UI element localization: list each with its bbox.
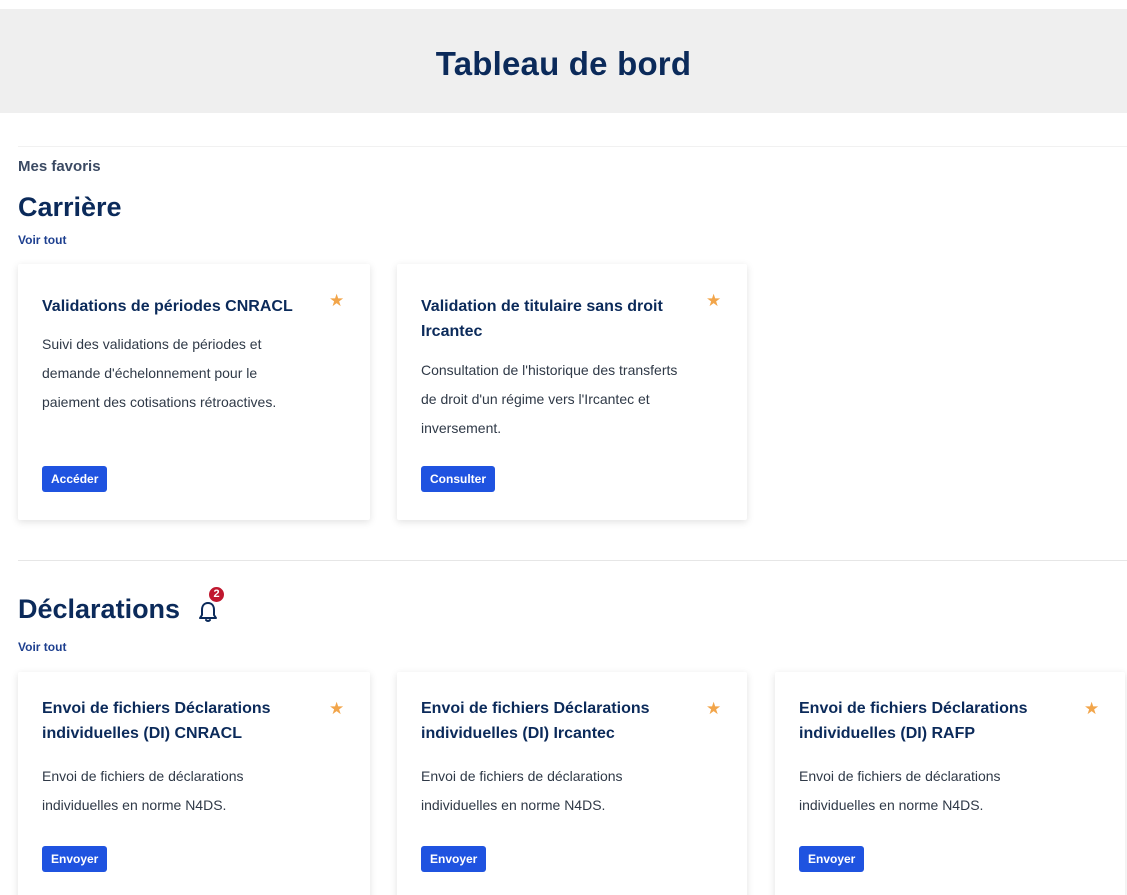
card-description-line: demande d'échelonnement pour le (42, 365, 258, 381)
section-title-declarations: Déclarations 2 (18, 586, 225, 625)
card-title: Envoi de fichiers Déclarations individue… (799, 696, 1028, 746)
section-title-career: Carrière (18, 192, 122, 223)
card-title-line: individuelles (DI) CNRACL (42, 725, 243, 742)
send-button[interactable]: Envoyer (799, 846, 865, 872)
card-description: Envoi de fichiers de déclarations indivi… (42, 762, 244, 820)
card-description-line: individuelles en norme N4DS. (42, 797, 227, 813)
bell-icon (199, 601, 218, 622)
card-title-line: individuelles (DI) Ircantec (421, 725, 615, 742)
card-title-line: Validations de périodes CNRACL (42, 298, 293, 315)
favorite-card-di-cnracl: Envoi de fichiers Déclarations individue… (18, 672, 370, 895)
card-description-line: individuelles en norme N4DS. (421, 797, 606, 813)
card-title: Envoi de fichiers Déclarations individue… (42, 696, 271, 746)
card-description-line: individuelles en norme N4DS. (799, 797, 984, 813)
star-icon[interactable]: ★ (1084, 700, 1099, 717)
card-title-line: Envoi de fichiers Déclarations (799, 700, 1028, 717)
card-title: Validations de périodes CNRACL (42, 294, 293, 319)
top-strip (0, 0, 1127, 9)
card-title: Validation de titulaire sans droit Ircan… (421, 294, 663, 344)
see-all-declarations-link[interactable]: Voir tout (18, 640, 66, 654)
card-description: Envoi de fichiers de déclarations indivi… (421, 762, 623, 820)
content-separator (18, 146, 1127, 147)
card-title-line: Envoi de fichiers Déclarations (42, 700, 271, 717)
card-description-line: de droit d'un régime vers l'Ircantec et (421, 391, 650, 407)
star-icon[interactable]: ★ (706, 292, 721, 309)
send-button[interactable]: Envoyer (42, 846, 108, 872)
card-description-line: inversement. (421, 420, 502, 436)
section-divider (18, 560, 1127, 561)
favorite-card-di-ircantec: Envoi de fichiers Déclarations individue… (397, 672, 747, 895)
card-description: Suivi des validations de périodes et dem… (42, 330, 276, 417)
star-icon[interactable]: ★ (706, 700, 721, 717)
card-title: Envoi de fichiers Déclarations individue… (421, 696, 650, 746)
favorites-label: Mes favoris (18, 158, 101, 175)
section-title-career-text: Carrière (18, 192, 122, 222)
notification-count-badge: 2 (209, 586, 225, 602)
send-button[interactable]: Envoyer (421, 846, 487, 872)
card-description-line: Envoi de fichiers de déclarations (421, 768, 623, 784)
card-description: Consultation de l'historique des transfe… (421, 356, 677, 443)
card-description-line: Suivi des validations de périodes et (42, 336, 262, 352)
favorite-card-cnracl-validations: Validations de périodes CNRACL ★ Suivi d… (18, 264, 370, 520)
star-icon[interactable]: ★ (329, 292, 344, 309)
favorite-card-di-rafp: Envoi de fichiers Déclarations individue… (775, 672, 1125, 895)
card-title-line: Validation de titulaire sans droit (421, 298, 663, 315)
access-button[interactable]: Accéder (42, 466, 108, 492)
card-description-line: Consultation de l'historique des transfe… (421, 362, 678, 378)
see-all-career-link[interactable]: Voir tout (18, 233, 66, 247)
section-title-declarations-text: Déclarations (18, 594, 181, 624)
dashboard-page: Tableau de bord Mes favoris Carrière Voi… (0, 0, 1127, 895)
notifications-button[interactable]: 2 (198, 586, 225, 623)
card-title-line: Envoi de fichiers Déclarations (421, 700, 650, 717)
page-title: Tableau de bord (435, 45, 692, 82)
card-title-line: Ircantec (421, 323, 483, 340)
card-description-line: Envoi de fichiers de déclarations (42, 768, 244, 784)
card-description: Envoi de fichiers de déclarations indivi… (799, 762, 1001, 820)
card-title-line: individuelles (DI) RAFP (799, 725, 976, 742)
card-description-line: Envoi de fichiers de déclarations (799, 768, 1001, 784)
consult-button[interactable]: Consulter (421, 466, 496, 492)
card-description-line: paiement des cotisations rétroactives. (42, 394, 277, 410)
star-icon[interactable]: ★ (329, 700, 344, 717)
page-header: Tableau de bord (0, 9, 1127, 113)
favorite-card-ircantec-titular: Validation de titulaire sans droit Ircan… (397, 264, 747, 520)
